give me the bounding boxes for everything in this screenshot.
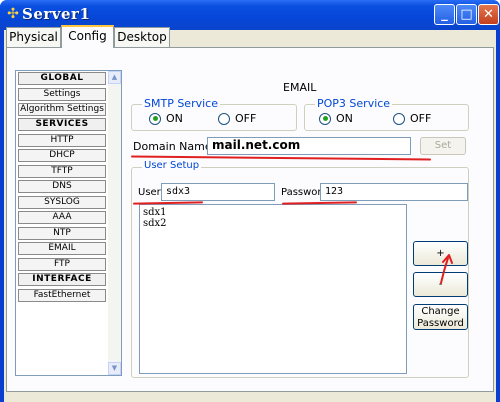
- config-panel: GLOBAL Settings Algorithm Settings SERVICES…: [6, 47, 494, 392]
- tab-physical[interactable]: Physical: [6, 27, 61, 47]
- tab-config[interactable]: Config: [61, 25, 114, 48]
- window-title: Server1: [22, 5, 91, 23]
- tab-desktop[interactable]: Desktop: [114, 27, 170, 47]
- minimize-icon[interactable]: _: [434, 4, 455, 25]
- server1-window: ✣ Server1 _ □ ✕ Physical Config Desktop …: [0, 0, 500, 402]
- red-arrow-annotation: [440, 254, 453, 284]
- close-icon[interactable]: ✕: [478, 4, 499, 25]
- app-icon: ✣: [7, 6, 19, 22]
- window-client: Physical Config Desktop GLOBAL Settings Al…: [4, 25, 496, 402]
- maximize-icon[interactable]: □: [456, 4, 477, 25]
